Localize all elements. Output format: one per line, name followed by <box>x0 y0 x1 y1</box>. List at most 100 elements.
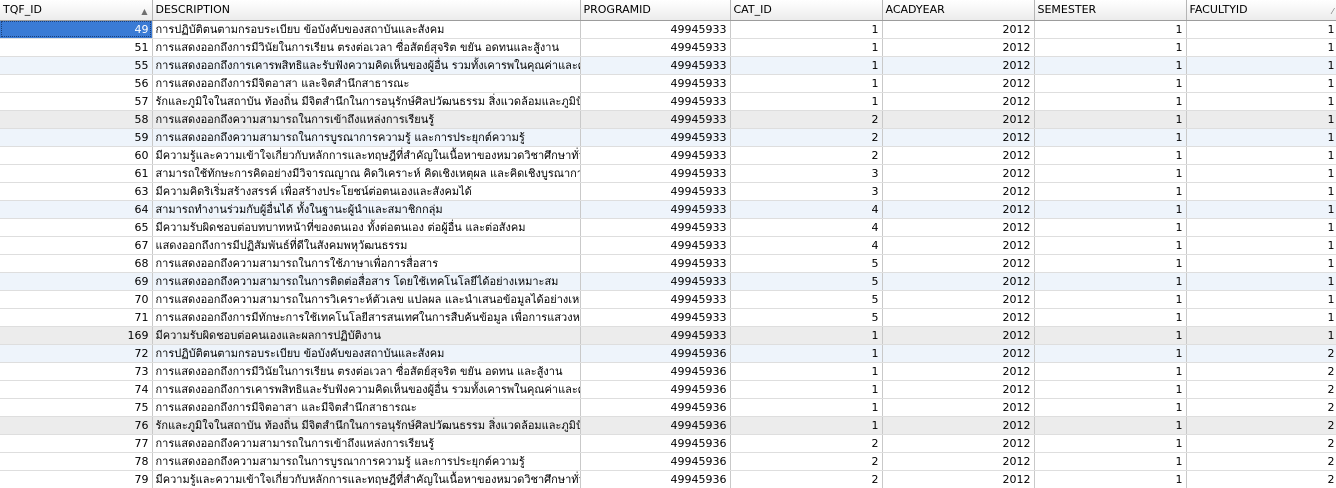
cell-acadyear[interactable]: 2012 <box>882 416 1035 435</box>
cell-facultyid[interactable]: 1 <box>1186 74 1336 93</box>
cell-semester[interactable]: 1 <box>1034 362 1187 381</box>
cell-programid[interactable]: 49945936 <box>580 452 731 471</box>
cell-semester[interactable]: 1 <box>1034 272 1187 291</box>
cell-programid[interactable]: 49945936 <box>580 344 731 363</box>
cell-facultyid[interactable]: 1 <box>1186 200 1336 219</box>
cell-tqf_id[interactable]: 75 <box>0 398 153 417</box>
cell-programid[interactable]: 49945933 <box>580 164 731 183</box>
cell-tqf_id[interactable]: 71 <box>0 308 153 327</box>
cell-facultyid[interactable]: 1 <box>1186 236 1336 255</box>
cell-facultyid[interactable]: 2 <box>1186 470 1336 488</box>
cell-cat_id[interactable]: 2 <box>730 110 883 129</box>
cell-semester[interactable]: 1 <box>1034 200 1187 219</box>
cell-cat_id[interactable]: 1 <box>730 344 883 363</box>
cell-tqf_id[interactable]: 56 <box>0 74 153 93</box>
cell-facultyid[interactable]: 2 <box>1186 362 1336 381</box>
cell-acadyear[interactable]: 2012 <box>882 182 1035 201</box>
cell-cat_id[interactable]: 2 <box>730 470 883 488</box>
cell-acadyear[interactable]: 2012 <box>882 92 1035 111</box>
cell-cat_id[interactable]: 2 <box>730 452 883 471</box>
cell-cat_id[interactable]: 1 <box>730 92 883 111</box>
cell-acadyear[interactable]: 2012 <box>882 20 1035 39</box>
cell-tqf_id[interactable]: 76 <box>0 416 153 435</box>
table-row[interactable]: 56 การแสดงออกถึงการมีจิตอาสา และจิตสำนึกส… <box>0 74 1336 93</box>
cell-description[interactable]: สามารถใช้ทักษะการคิดอย่างมีวิจารณญาณ คิด… <box>152 164 581 183</box>
cell-semester[interactable]: 1 <box>1034 308 1187 327</box>
table-row[interactable]: 51 การแสดงออกถึงการมีวินัยในการเรียน ตรงต… <box>0 38 1336 57</box>
cell-description[interactable]: การปฏิบัติตนตามกรอบระเบียบ ข้อบังคับของส… <box>152 20 581 39</box>
cell-tqf_id[interactable]: 68 <box>0 254 153 273</box>
cell-semester[interactable]: 1 <box>1034 92 1187 111</box>
cell-programid[interactable]: 49945933 <box>580 236 731 255</box>
cell-description[interactable]: การแสดงออกถึงความสามารถในการติดต่อสื่อสา… <box>152 272 581 291</box>
cell-tqf_id[interactable]: 61 <box>0 164 153 183</box>
cell-facultyid[interactable]: 1 <box>1186 56 1336 75</box>
cell-facultyid[interactable]: 1 <box>1186 254 1336 273</box>
table-row[interactable]: 77 การแสดงออกถึงความสามารถในการเข้าถึงแหล… <box>0 434 1336 453</box>
cell-acadyear[interactable]: 2012 <box>882 326 1035 345</box>
cell-semester[interactable]: 1 <box>1034 38 1187 57</box>
cell-semester[interactable]: 1 <box>1034 164 1187 183</box>
cell-semester[interactable]: 1 <box>1034 254 1187 273</box>
cell-programid[interactable]: 49945933 <box>580 74 731 93</box>
cell-tqf_id[interactable]: 67 <box>0 236 153 255</box>
cell-acadyear[interactable]: 2012 <box>882 452 1035 471</box>
cell-acadyear[interactable]: 2012 <box>882 146 1035 165</box>
cell-tqf_id[interactable]: 77 <box>0 434 153 453</box>
cell-cat_id[interactable]: 5 <box>730 308 883 327</box>
table-row[interactable]: 63 มีความคิดริเริ่มสร้างสรรค์ เพื่อสร้างป… <box>0 182 1336 201</box>
table-row[interactable]: 78 การแสดงออกถึงความสามารถในการบูรณาการคว… <box>0 452 1336 471</box>
column-header-programid[interactable]: PROGRAMID <box>580 0 731 21</box>
cell-tqf_id[interactable]: 74 <box>0 380 153 399</box>
cell-semester[interactable]: 1 <box>1034 146 1187 165</box>
cell-acadyear[interactable]: 2012 <box>882 290 1035 309</box>
cell-semester[interactable]: 1 <box>1034 110 1187 129</box>
cell-facultyid[interactable]: 1 <box>1186 38 1336 57</box>
table-row[interactable]: 75 การแสดงออกถึงการมีจิตอาสา และมีจิตสำนึ… <box>0 398 1336 417</box>
cell-cat_id[interactable]: 1 <box>730 398 883 417</box>
cell-cat_id[interactable]: 1 <box>730 20 883 39</box>
cell-programid[interactable]: 49945933 <box>580 182 731 201</box>
table-row[interactable]: 76 รักและภูมิใจในสถาบัน ท้องถิ่น มีจิตสำน… <box>0 416 1336 435</box>
cell-cat_id[interactable]: 1 <box>730 362 883 381</box>
cell-programid[interactable]: 49945936 <box>580 362 731 381</box>
cell-tqf_id[interactable]: 63 <box>0 182 153 201</box>
cell-facultyid[interactable]: 1 <box>1186 164 1336 183</box>
cell-acadyear[interactable]: 2012 <box>882 56 1035 75</box>
table-row[interactable]: 60 มีความรู้และความเข้าใจเกี่ยวกับหลักการ… <box>0 146 1336 165</box>
cell-cat_id[interactable]: 2 <box>730 128 883 147</box>
cell-tqf_id[interactable]: 79 <box>0 470 153 488</box>
cell-facultyid[interactable]: 1 <box>1186 92 1336 111</box>
cell-tqf_id[interactable]: 70 <box>0 290 153 309</box>
table-row[interactable]: 49 การปฏิบัติตนตามกรอบระเบียบ ข้อบังคับขอ… <box>0 20 1336 39</box>
cell-description[interactable]: รักและภูมิใจในสถาบัน ท้องถิ่น มีจิตสำนึก… <box>152 92 581 111</box>
cell-facultyid[interactable]: 1 <box>1186 146 1336 165</box>
table-row[interactable]: 74 การแสดงออกถึงการเคารพสิทธิและรับฟังควา… <box>0 380 1336 399</box>
cell-tqf_id[interactable]: 58 <box>0 110 153 129</box>
cell-semester[interactable]: 1 <box>1034 398 1187 417</box>
cell-programid[interactable]: 49945936 <box>580 380 731 399</box>
cell-programid[interactable]: 49945933 <box>580 38 731 57</box>
cell-cat_id[interactable]: 4 <box>730 200 883 219</box>
table-row[interactable]: 73 การแสดงออกถึงการมีวินัยในการเรียน ตรงต… <box>0 362 1336 381</box>
cell-facultyid[interactable]: 1 <box>1186 308 1336 327</box>
table-row[interactable]: 71 การแสดงออกถึงการมีทักษะการใช้เทคโนโลยี… <box>0 308 1336 327</box>
cell-cat_id[interactable]: 1 <box>730 380 883 399</box>
cell-semester[interactable]: 1 <box>1034 236 1187 255</box>
cell-description[interactable]: การปฏิบัติตนตามกรอบระเบียบ ข้อบังคับของส… <box>152 344 581 363</box>
cell-programid[interactable]: 49945936 <box>580 398 731 417</box>
table-row[interactable]: 70 การแสดงออกถึงความสามารถในการวิเคราะห์ต… <box>0 290 1336 309</box>
cell-facultyid[interactable]: 2 <box>1186 434 1336 453</box>
cell-cat_id[interactable]: 3 <box>730 182 883 201</box>
cell-acadyear[interactable]: 2012 <box>882 236 1035 255</box>
cell-programid[interactable]: 49945933 <box>580 326 731 345</box>
cell-facultyid[interactable]: 1 <box>1186 290 1336 309</box>
cell-description[interactable]: การแสดงออกถึงความสามารถในการใช้ภาษาเพื่อ… <box>152 254 581 273</box>
table-row[interactable]: 65 มีความรับผิดชอบต่อบทบาทหน้าที่ของตนเอง… <box>0 218 1336 237</box>
cell-acadyear[interactable]: 2012 <box>882 398 1035 417</box>
cell-description[interactable]: การแสดงออกถึงการมีทักษะการใช้เทคโนโลยีสา… <box>152 308 581 327</box>
cell-acadyear[interactable]: 2012 <box>882 362 1035 381</box>
cell-description[interactable]: มีความรู้และความเข้าใจเกี่ยวกับหลักการแล… <box>152 146 581 165</box>
cell-description[interactable]: มีความรู้และความเข้าใจเกี่ยวกับหลักการแล… <box>152 470 581 488</box>
cell-description[interactable]: การแสดงออกถึงการเคารพสิทธิและรับฟังความค… <box>152 56 581 75</box>
